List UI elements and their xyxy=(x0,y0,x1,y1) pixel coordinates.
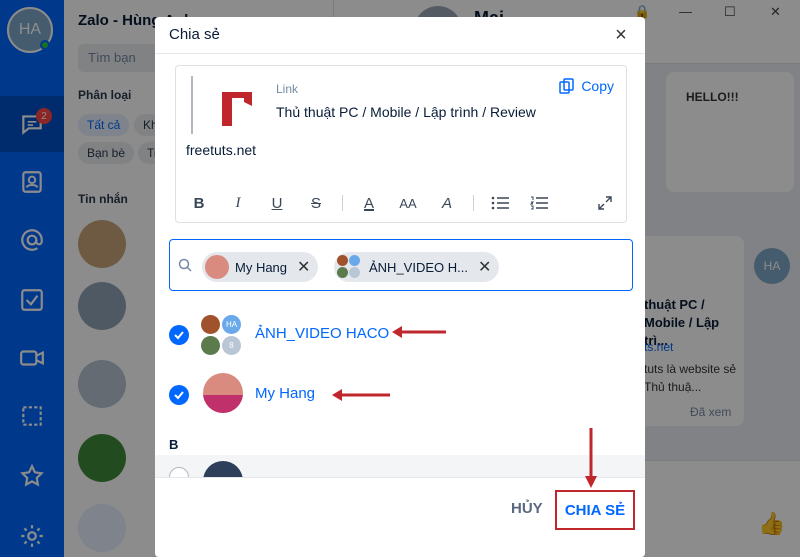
copy-label: Copy xyxy=(581,78,614,94)
checked-icon[interactable] xyxy=(169,385,189,405)
bold-button[interactable]: B xyxy=(186,190,212,216)
chip-label: ẢNH_VIDEO H... xyxy=(369,259,468,275)
chip-label: My Hang xyxy=(235,259,288,275)
selected-recipient-chip: My Hang ✕ xyxy=(202,252,319,282)
numbered-list-button[interactable] xyxy=(526,190,552,216)
expand-button[interactable] xyxy=(592,190,618,216)
share-button[interactable]: CHIA SẺ xyxy=(555,490,635,530)
bullet-list-icon xyxy=(491,196,509,210)
link-type-label: Link xyxy=(276,82,299,96)
cancel-button[interactable]: HỦY xyxy=(511,500,543,517)
avatar xyxy=(203,373,243,413)
message-text[interactable]: freetuts.net xyxy=(186,142,256,158)
dialog-footer: HỦY CHIA SẺ xyxy=(155,477,645,557)
toolbar-divider xyxy=(473,195,474,211)
copy-button[interactable]: Copy xyxy=(559,76,614,96)
share-dialog: Chia sẻ × Link Thủ thuật PC / Mobile / L… xyxy=(155,17,645,557)
remove-chip-icon[interactable]: ✕ xyxy=(297,257,310,277)
dialog-title: Chia sẻ xyxy=(169,26,220,43)
contact-row[interactable]: My Hang xyxy=(155,367,645,423)
quote-line xyxy=(191,76,193,134)
divider xyxy=(155,53,645,54)
selected-recipient-chip: ẢNH_VIDEO H... ✕ xyxy=(334,252,500,282)
numbered-list-icon xyxy=(530,196,548,210)
recipient-search[interactable]: My Hang ✕ ẢNH_VIDEO H... ✕ xyxy=(169,239,633,291)
font-color-button[interactable]: A xyxy=(356,190,382,216)
clear-format-button[interactable]: A xyxy=(434,190,460,216)
contact-row[interactable] xyxy=(155,455,645,501)
italic-button[interactable]: I xyxy=(225,190,251,216)
link-title: Thủ thuật PC / Mobile / Lập trình / Revi… xyxy=(276,104,536,120)
group-avatar: HA 8 xyxy=(201,315,243,357)
bullet-list-button[interactable] xyxy=(487,190,513,216)
contact-row[interactable]: HA 8 ẢNH_VIDEO HACO xyxy=(155,307,645,363)
expand-icon xyxy=(598,196,612,210)
copy-icon xyxy=(559,78,575,94)
checked-icon[interactable] xyxy=(169,325,189,345)
site-logo-icon xyxy=(222,92,252,126)
contact-name: My Hang xyxy=(255,385,316,402)
remove-chip-icon[interactable]: ✕ xyxy=(478,257,491,277)
group-avatar xyxy=(337,255,361,279)
format-toolbar: B I U S A AA A xyxy=(186,190,618,216)
section-header: B xyxy=(169,437,179,452)
message-composer[interactable]: Link Thủ thuật PC / Mobile / Lập trình /… xyxy=(175,65,627,223)
font-size-button[interactable]: AA xyxy=(395,190,421,216)
contact-name: ẢNH_VIDEO HACO xyxy=(255,325,390,342)
search-icon xyxy=(178,258,192,272)
toolbar-divider xyxy=(342,195,343,211)
avatar xyxy=(205,255,229,279)
close-button[interactable]: × xyxy=(609,23,633,47)
strikethrough-button[interactable]: S xyxy=(303,190,329,216)
underline-button[interactable]: U xyxy=(264,190,290,216)
